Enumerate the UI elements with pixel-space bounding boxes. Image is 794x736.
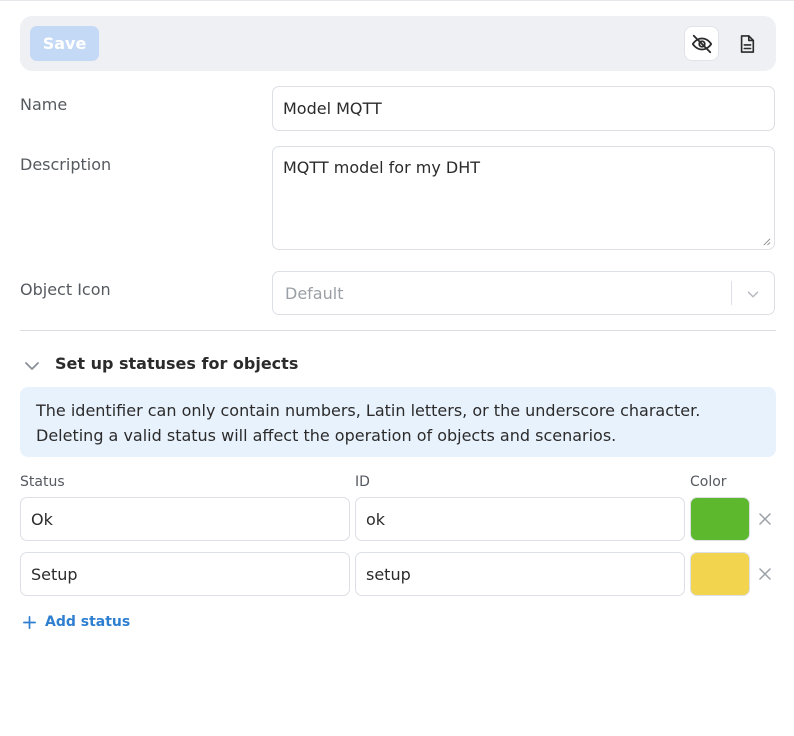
object-icon-selected: Default — [285, 284, 344, 303]
close-icon[interactable] — [757, 566, 773, 582]
plus-icon — [23, 615, 36, 629]
top-divider — [0, 0, 794, 1]
info-notice: The identifier can only contain numbers,… — [20, 387, 776, 457]
status-column-header: Status — [20, 474, 65, 490]
toolbar: Save — [20, 16, 776, 71]
color-column-header: Color — [690, 474, 727, 490]
info-line-1: The identifier can only contain numbers,… — [36, 401, 701, 420]
section-divider — [20, 330, 776, 331]
status-color-swatch[interactable] — [690, 552, 750, 596]
resize-handle-icon[interactable] — [762, 237, 771, 246]
description-label: Description — [20, 155, 112, 174]
status-color-swatch[interactable] — [690, 497, 750, 541]
document-button[interactable] — [730, 27, 763, 60]
status-id-input[interactable]: ok — [355, 497, 685, 541]
status-name-input[interactable]: Setup — [20, 552, 350, 596]
close-icon[interactable] — [757, 511, 773, 527]
select-divider — [731, 281, 732, 305]
name-label: Name — [20, 95, 68, 114]
status-id-input[interactable]: setup — [355, 552, 685, 596]
description-value: MQTT model for my DHT — [283, 158, 481, 177]
info-line-2: Deleting a valid status will affect the … — [36, 426, 617, 445]
name-input[interactable]: Model MQTT — [272, 86, 775, 131]
save-button[interactable]: Save — [30, 26, 99, 61]
statuses-section-title[interactable]: Set up statuses for objects — [55, 354, 298, 373]
chevron-down-icon[interactable] — [22, 356, 42, 376]
chevron-down-icon — [747, 291, 759, 298]
eye-off-icon — [691, 34, 712, 53]
toggle-visibility-button[interactable] — [685, 27, 718, 60]
description-textarea[interactable]: MQTT model for my DHT — [272, 146, 775, 250]
status-name-input[interactable]: Ok — [20, 497, 350, 541]
object-icon-label: Object Icon — [20, 280, 111, 299]
document-icon — [740, 34, 754, 53]
object-icon-select[interactable]: Default — [272, 271, 775, 315]
add-status-label: Add status — [45, 614, 131, 630]
add-status-button[interactable]: Add status — [22, 612, 130, 632]
status-id-value: ok — [366, 509, 386, 529]
status-name-value: Ok — [31, 509, 53, 529]
status-id-value: setup — [366, 564, 411, 584]
name-input-value: Model MQTT — [283, 99, 382, 118]
id-column-header: ID — [355, 474, 370, 490]
status-name-value: Setup — [31, 564, 78, 584]
